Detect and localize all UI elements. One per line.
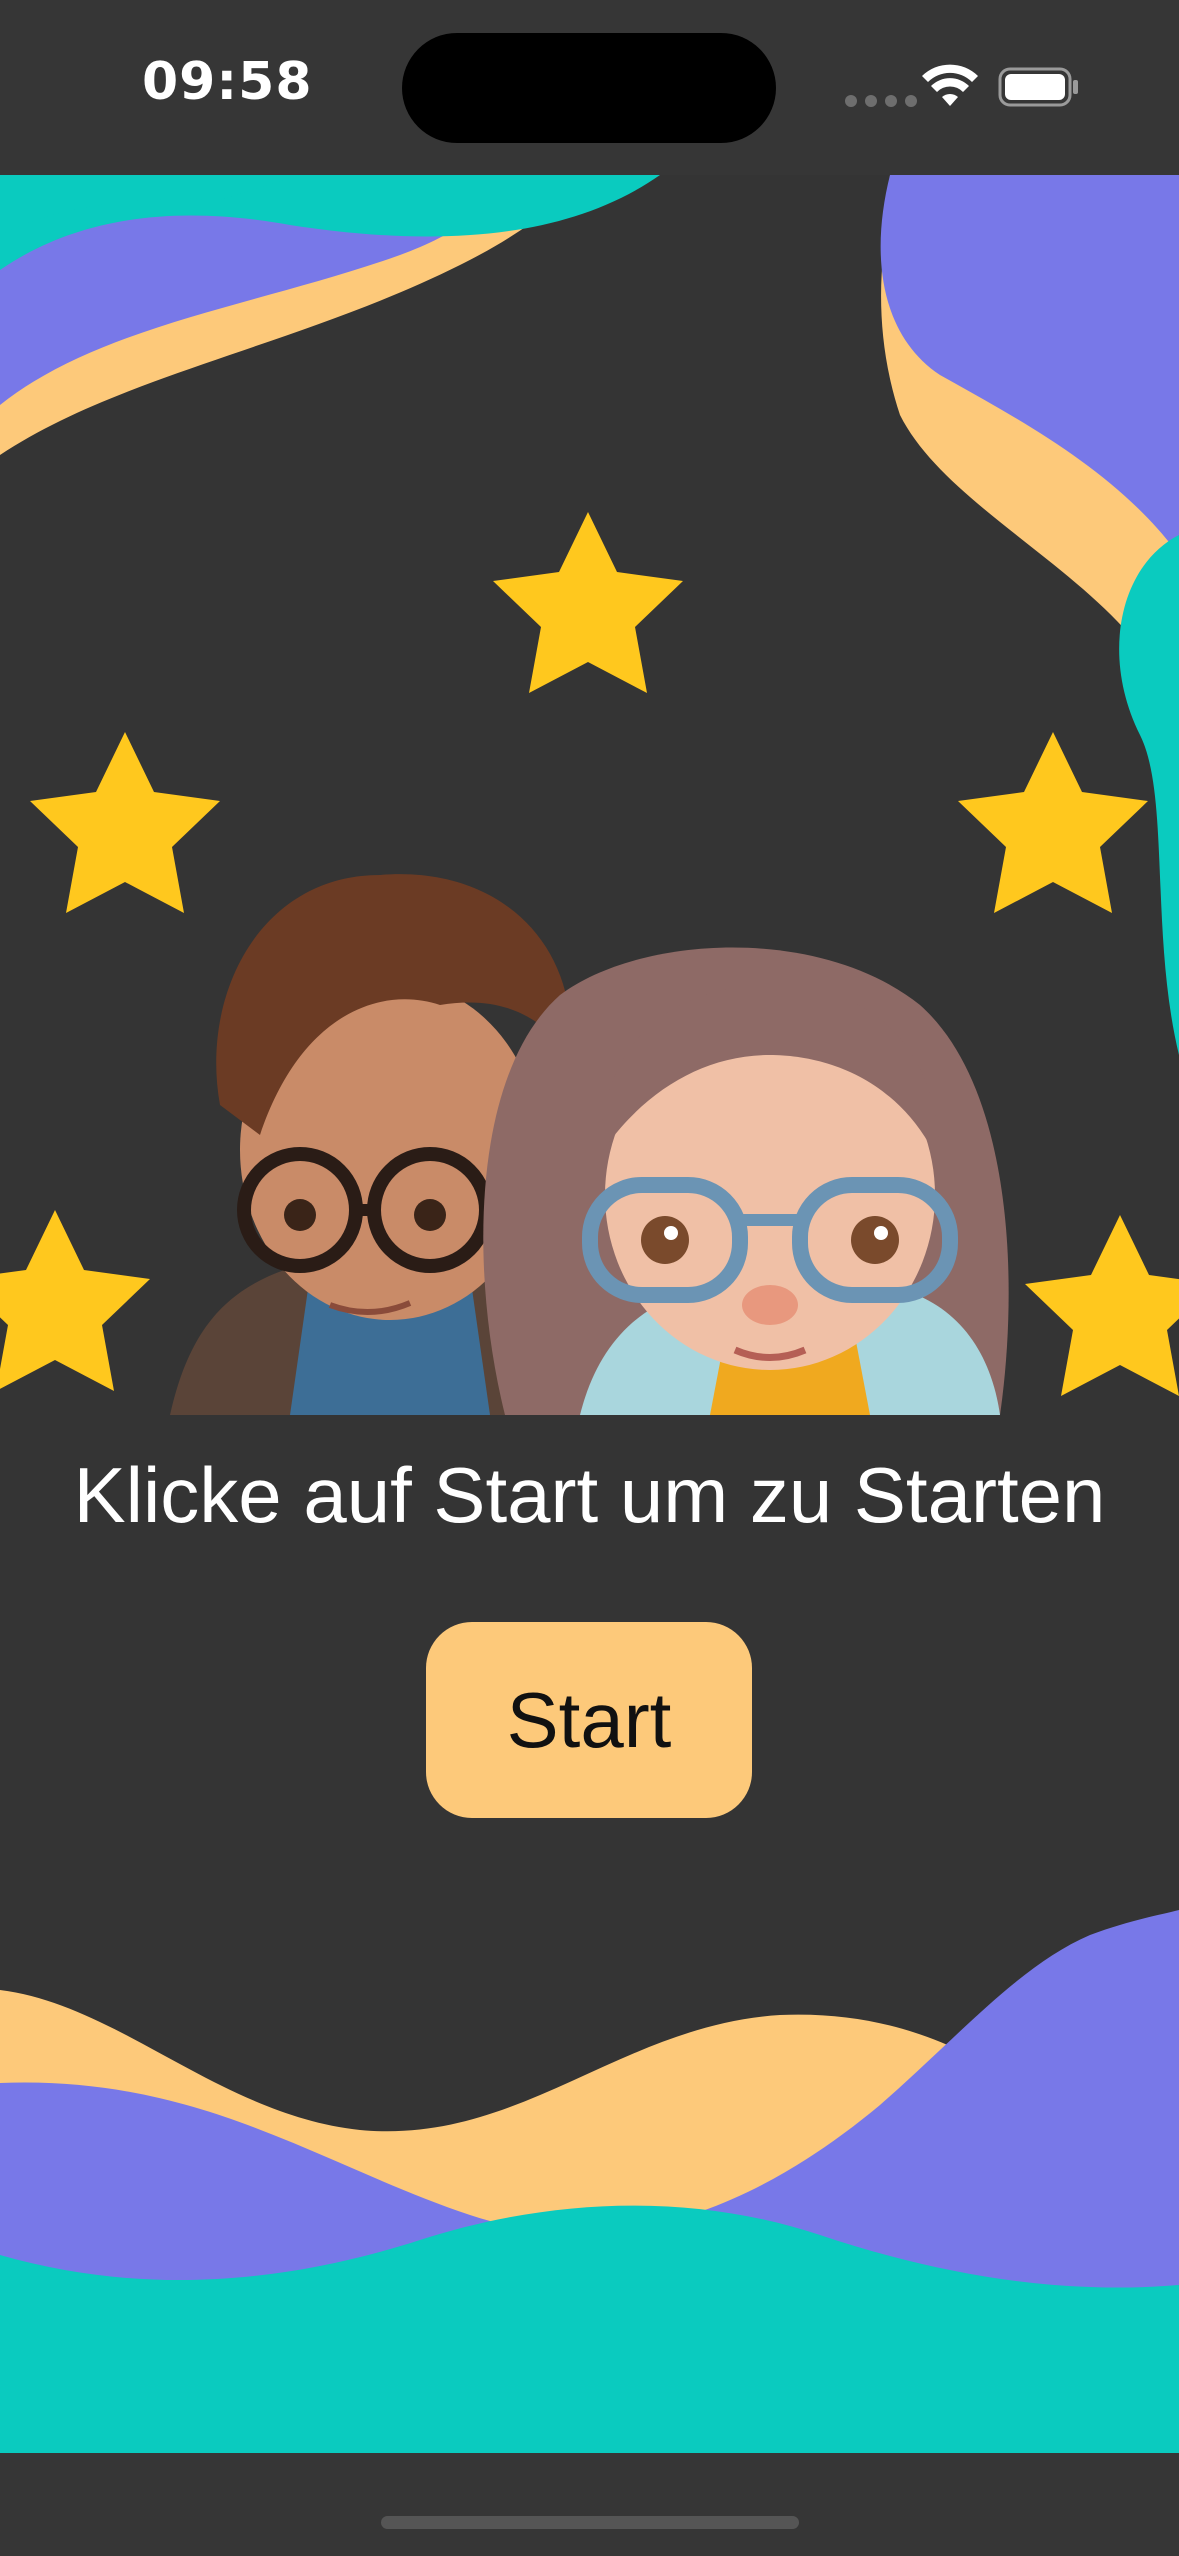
start-button[interactable]: Start — [426, 1622, 752, 1818]
start-screen: Klicke auf Start um zu Starten Start — [0, 175, 1179, 2453]
wifi-icon — [922, 64, 978, 106]
start-prompt: Klicke auf Start um zu Starten — [73, 1451, 1106, 1539]
star-icon — [0, 1210, 150, 1391]
girl-avatar — [483, 947, 1009, 1415]
home-indicator[interactable] — [381, 2516, 799, 2529]
bottom-safe-area — [0, 2453, 1179, 2556]
status-bar: 09:58 — [0, 0, 1179, 175]
star-icon — [958, 732, 1148, 913]
battery-icon — [998, 67, 1078, 107]
status-time: 09:58 — [142, 52, 313, 112]
star-icon — [1025, 1215, 1179, 1396]
cellular-signal-icon — [845, 95, 917, 107]
star-icon — [30, 732, 220, 913]
dynamic-island — [402, 33, 776, 143]
hero-illustration — [0, 512, 1179, 1415]
star-icon — [493, 512, 683, 693]
